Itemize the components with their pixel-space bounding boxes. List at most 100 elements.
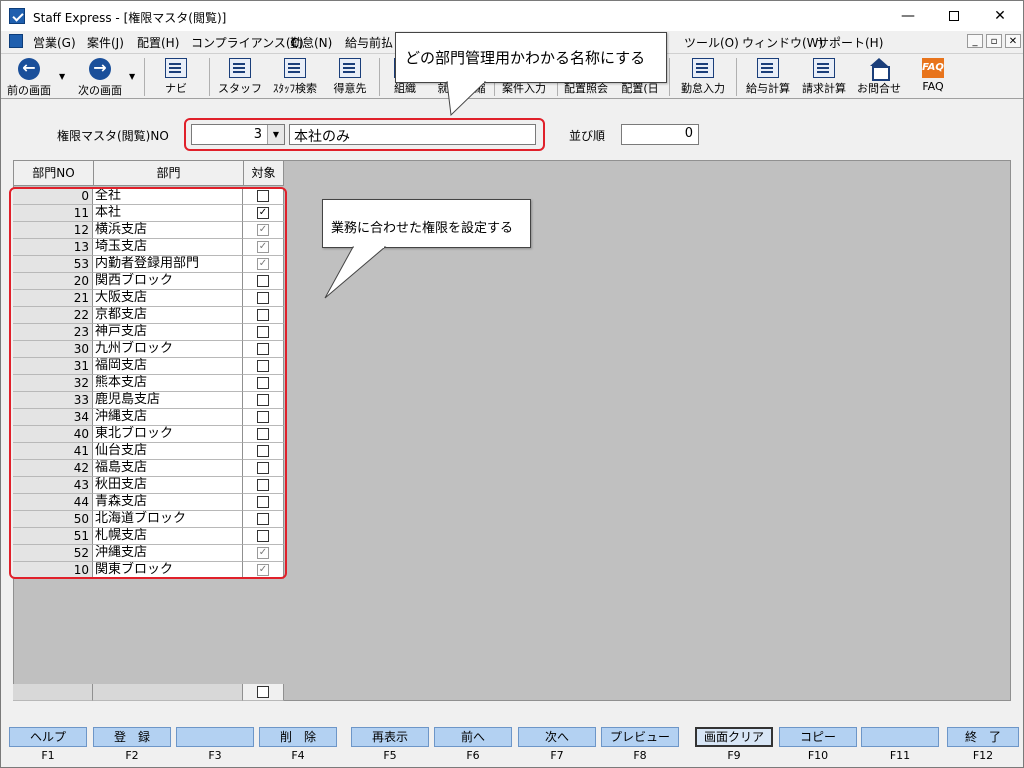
- fkey-button-f2[interactable]: 登 録: [93, 727, 171, 747]
- forward-dropdown-icon[interactable]: ▼: [129, 72, 135, 81]
- maximize-button[interactable]: [931, 1, 977, 31]
- mdi-restore-button[interactable]: ▫: [986, 34, 1002, 48]
- fkey-label-f5: F5: [383, 749, 397, 762]
- fkey-label-f7: F7: [550, 749, 564, 762]
- new-row-target[interactable]: [243, 684, 284, 701]
- menu-compliance[interactable]: コンプライアンス(C): [191, 34, 304, 51]
- new-row-checkbox[interactable]: [257, 686, 269, 698]
- inquiry-icon: [868, 58, 890, 81]
- billing-button[interactable]: 請求計算: [797, 56, 851, 98]
- back-dropdown-icon[interactable]: ▼: [59, 72, 65, 81]
- fkey-button-f10[interactable]: コピー: [779, 727, 857, 747]
- callout-name-tail: [446, 81, 487, 117]
- fkey-label-f10: F10: [807, 749, 829, 762]
- toolbar-separator: [209, 58, 210, 96]
- inquiry-label: お問合せ: [857, 82, 901, 95]
- callout-name-hint: どの部門管理用かわかる名称にする: [395, 32, 667, 83]
- customer-button[interactable]: 得意先: [327, 56, 373, 98]
- navi-label: ナビ: [165, 82, 187, 95]
- fkey-label-f3: F3: [208, 749, 222, 762]
- faq-label: FAQ: [922, 80, 944, 93]
- fkey-label-f4: F4: [291, 749, 305, 762]
- inquiry-button[interactable]: お問合せ: [853, 56, 905, 98]
- back-label: 前の画面: [7, 84, 51, 97]
- payroll-button[interactable]: 給与計算: [741, 56, 795, 98]
- toolbar-separator: [379, 58, 380, 96]
- fkey-label-f8: F8: [633, 749, 647, 762]
- menu-tools[interactable]: ツール(O): [684, 34, 739, 51]
- function-key-bar: ヘルプ F1 登 録 F2 F3 削 除 F4 再表示 F5 前へ F6 次へ F7 プレビュー F8 画面ク…: [1, 725, 1023, 767]
- fkey-label-f1: F1: [41, 749, 55, 762]
- fkey-button-f3[interactable]: [176, 727, 254, 747]
- toolbar-separator: [736, 58, 737, 96]
- navi-icon: [165, 58, 187, 78]
- forward-button[interactable]: → 次の画面: [73, 56, 127, 98]
- close-button[interactable]: ✕: [977, 1, 1023, 31]
- new-row-name[interactable]: [93, 684, 243, 701]
- maximize-icon: [949, 11, 959, 21]
- back-icon: ←: [18, 58, 40, 80]
- highlight-frame-grid: [9, 187, 287, 579]
- fkey-button-f11[interactable]: [861, 727, 939, 747]
- menu-placement[interactable]: 配置(H): [137, 34, 179, 51]
- staff-search-button[interactable]: ｽﾀｯﾌ検索: [267, 56, 323, 98]
- sort-order-label: 並び順: [569, 129, 606, 143]
- navi-button[interactable]: ナビ: [153, 56, 199, 98]
- app-icon: [9, 8, 25, 24]
- staff-search-label: ｽﾀｯﾌ検索: [273, 82, 317, 95]
- mdi-close-button[interactable]: ✕: [1005, 34, 1021, 48]
- fkey-label-f12: F12: [972, 749, 994, 762]
- fkey-button-f4[interactable]: 削 除: [259, 727, 337, 747]
- fkey-button-f8[interactable]: プレビュー: [601, 727, 679, 747]
- menu-support[interactable]: サポート(H): [817, 34, 883, 51]
- minimize-button[interactable]: —: [885, 1, 931, 31]
- customer-icon: [339, 58, 361, 78]
- menu-cases[interactable]: 案件(J): [87, 34, 124, 51]
- menu-window[interactable]: ウィンドウ(W): [742, 34, 823, 51]
- back-button[interactable]: ← 前の画面: [3, 56, 55, 98]
- staff-icon: [229, 58, 251, 78]
- app-window: Staff Express - [権限マスタ(閲覧)] — ✕ 営業(G) 案件…: [0, 0, 1024, 768]
- fkey-label-f6: F6: [466, 749, 480, 762]
- callout-name-text: どの部門管理用かわかる名称にする: [405, 49, 646, 67]
- grid-new-row[interactable]: [13, 684, 284, 701]
- payroll-label: 給与計算: [746, 82, 790, 95]
- payroll-icon: [757, 58, 779, 78]
- fkey-button-f6[interactable]: 前へ: [434, 727, 512, 747]
- highlight-frame-name: [184, 118, 545, 151]
- fkey-button-f9[interactable]: 画面クリア: [695, 727, 773, 747]
- window-title: Staff Express - [権限マスタ(閲覧)]: [33, 11, 227, 25]
- callout-permission-text: 業務に合わせた権限を設定する: [331, 221, 514, 236]
- fkey-button-f5[interactable]: 再表示: [351, 727, 429, 747]
- header-target: 対象: [243, 160, 284, 186]
- customer-label: 得意先: [333, 82, 367, 95]
- attendance-entry-label: 勤怠入力: [681, 82, 725, 95]
- staff-label: スタッフ: [218, 82, 262, 95]
- staff-button[interactable]: スタッフ: [217, 56, 263, 98]
- new-row-no[interactable]: [13, 684, 93, 701]
- mdi-document-icon: [9, 34, 23, 48]
- fkey-button-f7[interactable]: 次へ: [518, 727, 596, 747]
- menu-sales[interactable]: 営業(G): [33, 34, 76, 51]
- menu-attendance[interactable]: 勤怠(N): [290, 34, 332, 51]
- fkey-label-f9: F9: [727, 749, 741, 762]
- header-dept-name: 部門: [93, 160, 244, 186]
- fkey-label-f2: F2: [125, 749, 139, 762]
- menu-salary-advance[interactable]: 給与前払: [345, 34, 393, 51]
- header-dept-no: 部門NO: [13, 160, 94, 186]
- mdi-minimize-button[interactable]: _: [967, 34, 983, 48]
- forward-icon: →: [89, 58, 111, 80]
- faq-button[interactable]: FAQ FAQ: [913, 56, 953, 98]
- callout-permission-tail: [324, 246, 387, 299]
- toolbar-separator: [144, 58, 145, 96]
- fkey-button-f12[interactable]: 終 了: [947, 727, 1019, 747]
- fkey-label-f11: F11: [889, 749, 911, 762]
- sort-order-field[interactable]: 0: [621, 124, 699, 145]
- title-bar: Staff Express - [権限マスタ(閲覧)] — ✕: [1, 1, 1023, 31]
- faq-icon: FAQ: [922, 58, 944, 78]
- fkey-button-f1[interactable]: ヘルプ: [9, 727, 87, 747]
- attendance-entry-button[interactable]: 勤怠入力: [675, 56, 731, 98]
- attendance-entry-icon: [692, 58, 714, 78]
- callout-permission-hint: 業務に合わせた権限を設定する: [322, 199, 531, 248]
- toolbar-separator: [669, 58, 670, 96]
